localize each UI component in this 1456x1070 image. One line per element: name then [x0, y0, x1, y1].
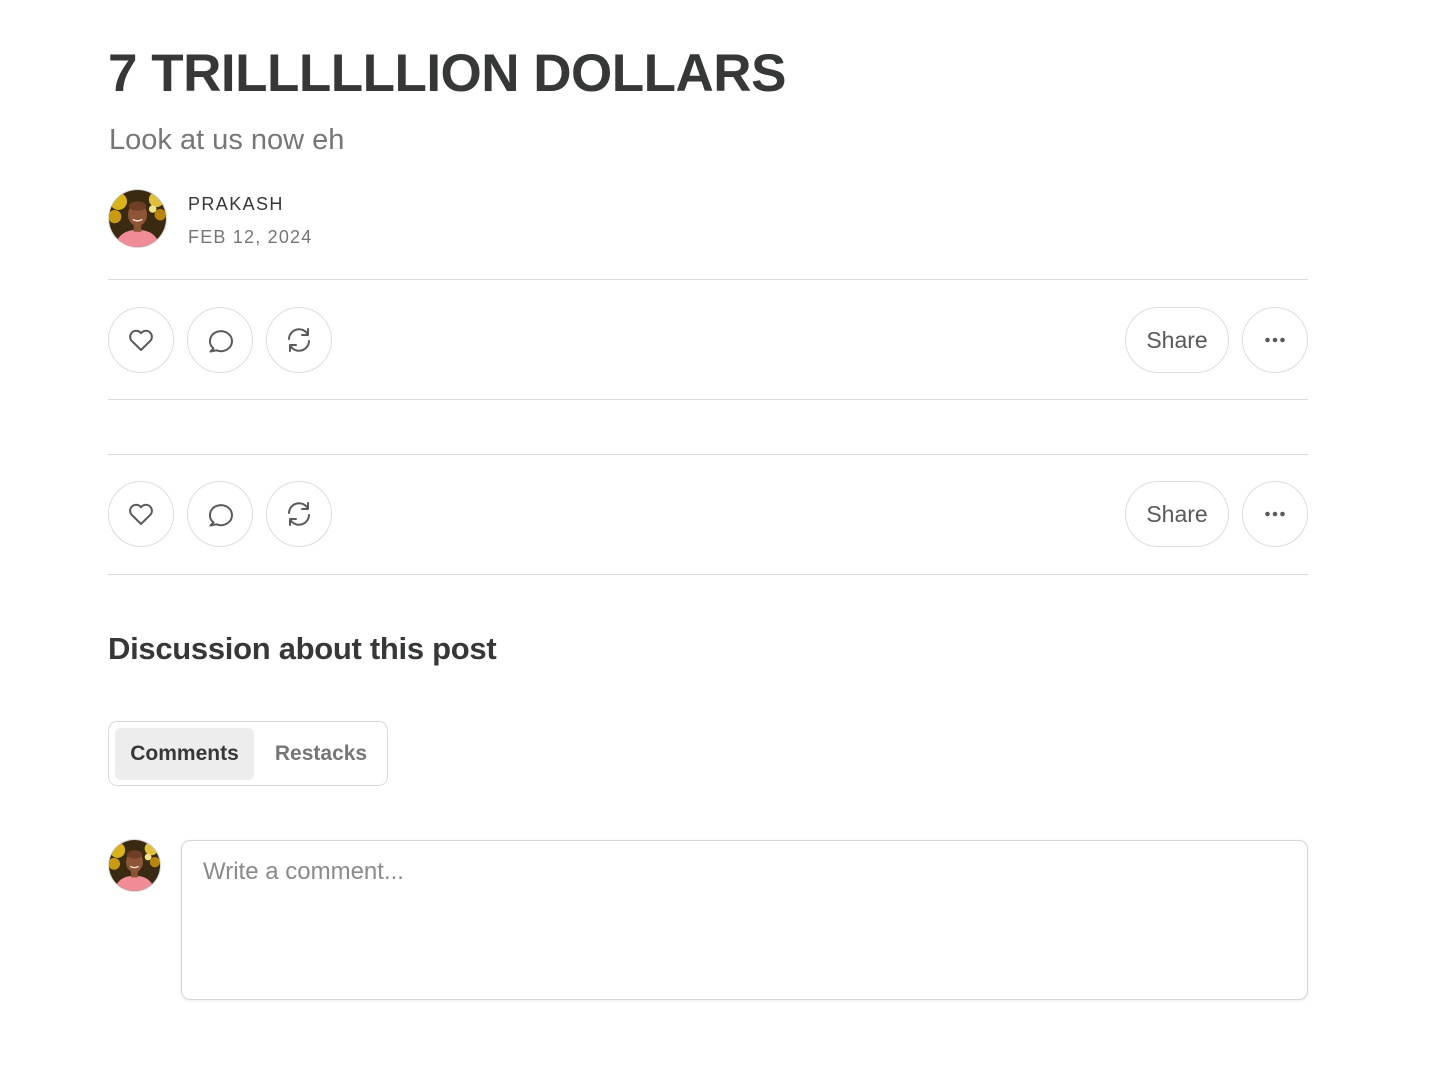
author-avatar[interactable]	[108, 189, 167, 248]
more-icon	[1265, 337, 1285, 343]
divider	[108, 574, 1308, 575]
post-title: 7 TRILLLLLLION DOLLARS	[108, 44, 786, 103]
restack-button[interactable]	[266, 307, 332, 373]
tab-restacks[interactable]: Restacks	[262, 728, 380, 780]
divider	[108, 399, 1308, 400]
comment-box	[181, 840, 1308, 1000]
divider	[108, 454, 1308, 455]
share-button[interactable]: Share	[1125, 307, 1229, 373]
author-name[interactable]: PRAKASH	[188, 193, 284, 215]
post-date: FEB 12, 2024	[188, 227, 313, 247]
more-options-button[interactable]	[1242, 307, 1308, 373]
comment-button[interactable]	[187, 481, 253, 547]
share-button[interactable]: Share	[1125, 481, 1229, 547]
post-subtitle: Look at us now eh	[109, 124, 345, 156]
more-options-button[interactable]	[1242, 481, 1308, 547]
heart-icon	[129, 329, 153, 351]
more-icon	[1265, 511, 1285, 517]
tab-comments[interactable]: Comments	[115, 728, 254, 780]
commenter-avatar	[108, 839, 161, 892]
discussion-heading: Discussion about this post	[108, 631, 497, 666]
post-page: 7 TRILLLLLLION DOLLARS Look at us now eh…	[0, 0, 1456, 1070]
comment-input[interactable]	[182, 841, 1307, 999]
like-button[interactable]	[108, 481, 174, 547]
heart-icon	[129, 503, 153, 525]
restack-button[interactable]	[266, 481, 332, 547]
comment-icon	[209, 330, 233, 353]
restack-icon	[288, 502, 310, 526]
comment-icon	[209, 504, 233, 527]
divider	[108, 279, 1308, 280]
like-button[interactable]	[108, 307, 174, 373]
discussion-tabs: Comments Restacks	[108, 721, 388, 786]
action-bar-top: Share	[108, 307, 1308, 373]
comment-button[interactable]	[187, 307, 253, 373]
action-bar-bottom: Share	[108, 481, 1308, 547]
restack-icon	[288, 328, 310, 352]
